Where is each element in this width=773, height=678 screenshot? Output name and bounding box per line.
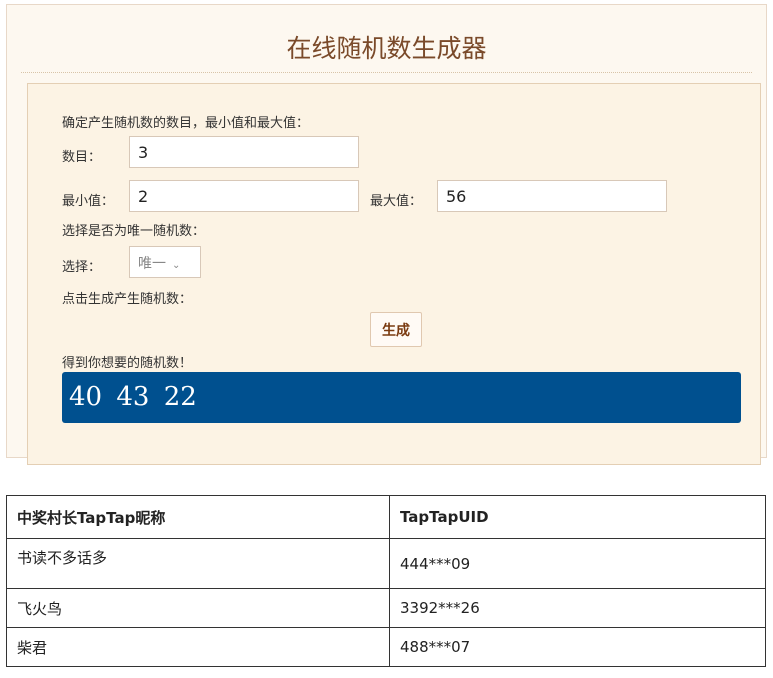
nickname-cell: 飞火鸟: [6, 588, 390, 628]
generate-prompt: 点击生成产生随机数：: [62, 292, 193, 307]
form-panel: 确定产生随机数的数目，最小值和最大值： 数目： 3 最小值： 2 最大值： 56…: [27, 83, 761, 465]
table-row: 书读不多话多 444***09: [6, 538, 766, 589]
select-label: 选择：: [62, 260, 102, 275]
header-nickname: 中奖村长TapTap昵称: [6, 495, 390, 539]
table-header-row: 中奖村长TapTap昵称 TapTapUID: [6, 495, 766, 539]
winners-table: 中奖村长TapTap昵称 TapTapUID 书读不多话多 444***09 飞火鸟…: [6, 495, 766, 667]
divider: [21, 72, 752, 73]
table-row: 柴君 488***07: [6, 627, 766, 667]
unique-select[interactable]: 唯一 ⌄: [129, 246, 201, 278]
min-label: 最小值：: [62, 194, 115, 209]
result-display: 40 43 22: [62, 372, 741, 423]
page-title: 在线随机数生成器: [286, 34, 487, 63]
count-input[interactable]: 3: [129, 136, 359, 168]
result-prompt: 得到你想要的随机数！: [62, 356, 193, 371]
chevron-down-icon: ⌄: [172, 260, 181, 271]
min-input[interactable]: 2: [129, 180, 359, 212]
generator-panel: 在线随机数生成器 确定产生随机数的数目，最小值和最大值： 数目： 3 最小值： …: [6, 4, 767, 465]
unique-prompt: 选择是否为唯一随机数：: [62, 224, 206, 239]
intro-text: 确定产生随机数的数目，最小值和最大值：: [62, 116, 310, 131]
generate-button[interactable]: 生成: [370, 312, 422, 347]
count-label: 数目：: [62, 150, 102, 165]
max-input[interactable]: 56: [437, 180, 667, 212]
nickname-cell: 柴君: [6, 627, 390, 667]
unique-select-value: 唯一: [138, 256, 166, 272]
header-uid: TapTapUID: [389, 495, 766, 539]
table-row: 飞火鸟 3392***26: [6, 588, 766, 628]
uid-cell: 444***09: [389, 538, 766, 589]
max-label: 最大值：: [370, 194, 423, 209]
uid-cell: 3392***26: [389, 588, 766, 628]
uid-cell: 488***07: [389, 627, 766, 667]
nickname-cell: 书读不多话多: [6, 538, 390, 589]
